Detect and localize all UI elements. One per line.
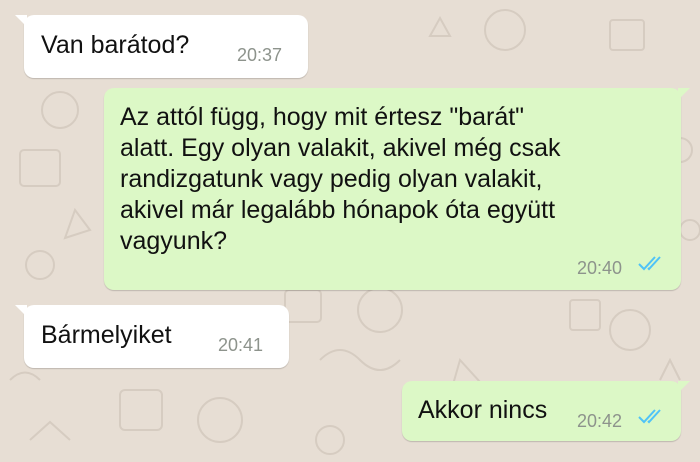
message-bubble-incoming[interactable]: Van barátod? 20:37: [24, 15, 308, 78]
message-timestamp: 20:40: [577, 258, 623, 278]
message-bubble-incoming[interactable]: Bármelyiket 20:41: [24, 305, 289, 368]
bubble-tail: [15, 305, 27, 317]
message-text: Az attól függ, hogy mit értesz "barát" a…: [120, 103, 561, 255]
double-check-read-icon: [638, 256, 661, 271]
message-bubble-outgoing[interactable]: Az attól függ, hogy mit értesz "barát" a…: [104, 88, 681, 290]
message-text: Bármelyiket: [41, 321, 172, 349]
message-timestamp: 20:42: [577, 411, 623, 431]
bubble-tail: [15, 15, 27, 27]
message-timestamp: 20:37: [237, 45, 283, 65]
bubble-tail: [678, 88, 690, 100]
message-text: Van barátod?: [41, 31, 190, 59]
double-check-read-icon: [638, 409, 661, 424]
message-timestamp: 20:41: [218, 335, 264, 355]
message-text: Akkor nincs: [418, 396, 548, 424]
bubble-tail: [678, 381, 690, 393]
message-bubble-outgoing[interactable]: Akkor nincs 20:42: [402, 381, 681, 441]
